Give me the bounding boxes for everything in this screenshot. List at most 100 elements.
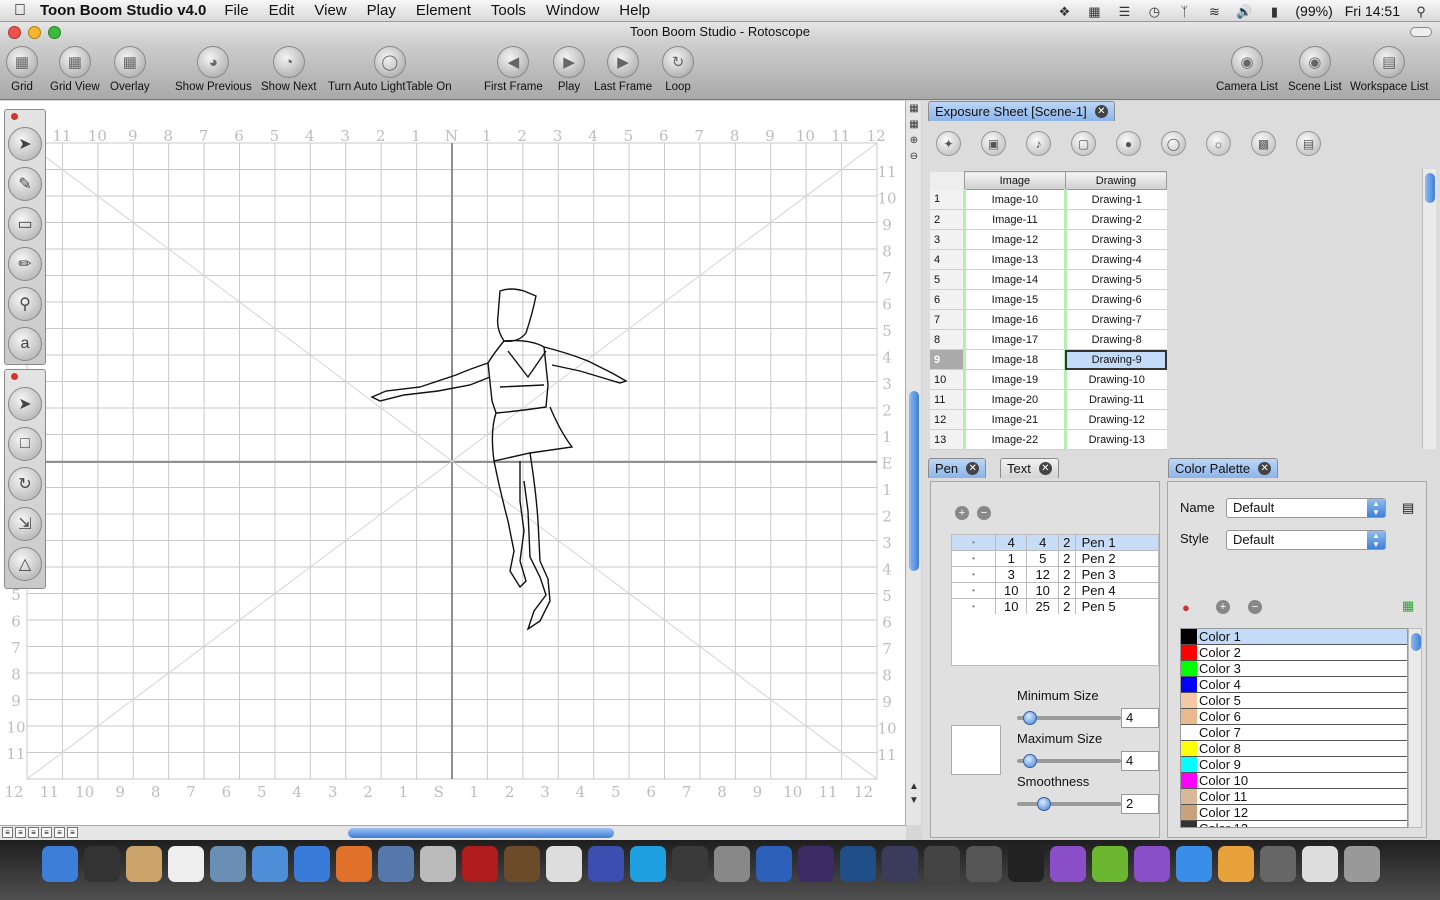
pen-row[interactable]: • 10 25 2 Pen 5 — [951, 598, 1160, 615]
tab-text[interactable]: Text ✕ — [1000, 458, 1059, 478]
image-cell[interactable]: Image-13 — [962, 249, 1066, 270]
mp3-icon[interactable] — [1302, 846, 1338, 882]
tab-color-palette[interactable]: Color Palette ✕ — [1168, 458, 1279, 478]
drawing-cell[interactable]: Drawing-4 — [1063, 249, 1167, 270]
close-tab-icon[interactable]: ✕ — [1094, 105, 1108, 118]
color-swatch-row[interactable]: Color 6 — [1181, 709, 1407, 725]
select-tool-icon[interactable]: ➤ — [8, 127, 42, 161]
color-wheel-icon[interactable]: ● — [1182, 600, 1190, 615]
rectangle-select-tool-icon[interactable]: □ — [8, 427, 42, 461]
zoom-out-icon[interactable]: ⊖ — [908, 151, 920, 163]
diamond-icon[interactable] — [1218, 846, 1254, 882]
scene-list-button[interactable]: ◉ Scene List — [1288, 46, 1342, 93]
toolbar-toggle-button[interactable] — [1410, 27, 1432, 37]
last-frame-button[interactable]: ▶ Last Frame — [594, 46, 652, 93]
xsheet-row[interactable]: 9 Image-18 Drawing-9 — [930, 349, 1167, 370]
add-sound-icon[interactable]: ♪ — [1026, 131, 1051, 156]
xsheet-row[interactable]: 13 Image-22 Drawing-13 — [930, 429, 1167, 450]
row-number[interactable]: 11 — [930, 389, 965, 410]
row-number[interactable]: 5 — [930, 269, 965, 290]
close-tab-icon[interactable]: ✕ — [1038, 462, 1052, 475]
drawing-cell[interactable]: Drawing-3 — [1063, 229, 1167, 250]
horizontal-scroll-thumb[interactable] — [348, 828, 614, 838]
view-option-icon[interactable]: ≡ — [41, 827, 52, 838]
min-size-field[interactable]: 4 — [1121, 708, 1159, 728]
preferences-icon[interactable] — [714, 846, 750, 882]
palette-library-icon[interactable]: ▤ — [1402, 500, 1414, 516]
menu-help[interactable]: Help — [619, 2, 650, 19]
ical-icon[interactable] — [168, 846, 204, 882]
pan-icon[interactable]: ▦ — [908, 103, 920, 115]
xsheet-row[interactable]: 6 Image-15 Drawing-6 — [930, 289, 1167, 310]
palette-grid-icon[interactable]: ▦ — [1402, 598, 1414, 614]
volume-icon[interactable]: 🔊 — [1235, 4, 1253, 19]
color-swatch-row[interactable]: Color 11 — [1181, 789, 1407, 805]
color-swatch-row[interactable]: Color 4 — [1181, 677, 1407, 693]
exposure-sheet-scroll-thumb[interactable] — [1425, 173, 1435, 203]
row-number[interactable]: 7 — [930, 309, 965, 330]
image-cell[interactable]: Image-18 — [962, 349, 1066, 370]
vertical-scroll-thumb[interactable] — [909, 391, 919, 571]
spaces-icon[interactable] — [378, 846, 414, 882]
apple-menu-icon[interactable]:  — [0, 2, 40, 20]
color-swatch-row[interactable]: Color 10 — [1181, 773, 1407, 789]
wifi-icon[interactable]: ≋ — [1205, 4, 1223, 19]
zoom-in-icon[interactable]: ⊕ — [908, 135, 920, 147]
drawing-cell[interactable]: Drawing-9 — [1063, 349, 1167, 370]
trash-icon[interactable] — [1344, 846, 1380, 882]
image-cell[interactable]: Image-17 — [962, 329, 1066, 350]
firefox-icon[interactable] — [336, 846, 372, 882]
leaf-icon[interactable] — [966, 846, 1002, 882]
pen-row[interactable]: • 10 10 2 Pen 4 — [951, 582, 1160, 599]
home-icon[interactable] — [546, 846, 582, 882]
text-tool-icon[interactable]: a — [8, 327, 42, 361]
add-group-icon[interactable]: ◯ — [1161, 131, 1186, 156]
w-icon[interactable] — [1050, 846, 1086, 882]
image-cell[interactable]: Image-19 — [962, 369, 1066, 390]
menu-edit[interactable]: Edit — [269, 2, 295, 19]
color-swatch-row[interactable]: Color 9 — [1181, 757, 1407, 773]
palette-style-select[interactable]: Default ▲ ▼ — [1226, 530, 1386, 550]
show-next-button[interactable]: ◔ Show Next — [261, 46, 317, 93]
max-size-field[interactable]: 4 — [1121, 751, 1159, 771]
zoom-tool-icon[interactable]: ⚲ — [8, 287, 42, 321]
menu-play[interactable]: Play — [367, 2, 396, 19]
smoothness-slider[interactable] — [1017, 797, 1121, 811]
drawing-cell[interactable]: Drawing-5 — [1063, 269, 1167, 290]
menu-tools[interactable]: Tools — [491, 2, 526, 19]
spaces-menu-icon[interactable]: ▦ — [1085, 4, 1103, 19]
row-number[interactable]: 8 — [930, 329, 965, 350]
add-effect-icon[interactable]: ● — [1116, 131, 1141, 156]
smoothness-slider-knob[interactable] — [1037, 797, 1051, 811]
menubar-clock[interactable]: Fri 14:51 — [1345, 3, 1400, 19]
color-list-scrollbar[interactable] — [1408, 628, 1422, 828]
column-header-drawing[interactable]: Drawing — [1064, 171, 1168, 190]
drawing-cell[interactable]: Drawing-7 — [1063, 309, 1167, 330]
color-swatch-row[interactable]: Color 5 — [1181, 693, 1407, 709]
color-swatch-row[interactable]: Color 2 — [1181, 645, 1407, 661]
add-clip-icon[interactable]: ▩ — [1251, 131, 1276, 156]
max-size-slider[interactable] — [1017, 754, 1121, 768]
image-cell[interactable]: Image-15 — [962, 289, 1066, 310]
add-peg-icon[interactable]: ▤ — [1296, 131, 1321, 156]
first-frame-button[interactable]: ◀ First Frame — [484, 46, 543, 93]
drawing-cell[interactable]: Drawing-10 — [1063, 369, 1167, 390]
xsheet-row[interactable]: 8 Image-17 Drawing-8 — [930, 329, 1167, 350]
drawing-canvas[interactable]: 11 10 9 8 7 6 5 4 3 2 1 N 1 2 3 4 5 6 7 8 9 10 11 12 12 11 10 9 8 7 6 5… — [0, 101, 906, 825]
scroll-down-arrow-icon[interactable]: ▼ — [908, 795, 920, 807]
color-swatch-row[interactable]: Color 7 — [1181, 725, 1407, 741]
image-cell[interactable]: Image-11 — [962, 209, 1066, 230]
scale-tool-icon[interactable]: ⇲ — [8, 507, 42, 541]
menu-element[interactable]: Element — [416, 2, 471, 19]
scroll-up-arrow-icon[interactable]: ▲ — [908, 781, 920, 793]
overlay-button[interactable]: ▦ Overlay — [110, 46, 150, 93]
add-element-icon[interactable]: ✦ — [936, 131, 961, 156]
close-tab-icon[interactable]: ✕ — [966, 462, 980, 475]
remove-pen-icon[interactable]: − — [977, 506, 991, 520]
grid-view-button[interactable]: ▦ Grid View — [50, 46, 100, 93]
row-number[interactable]: 6 — [930, 289, 965, 310]
color-swatch-row[interactable]: Color 1 — [1181, 629, 1407, 645]
drawing-cell[interactable]: Drawing-11 — [1063, 389, 1167, 410]
xsheet-row[interactable]: 2 Image-11 Drawing-2 — [930, 209, 1167, 230]
xsheet-row[interactable]: 3 Image-12 Drawing-3 — [930, 229, 1167, 250]
